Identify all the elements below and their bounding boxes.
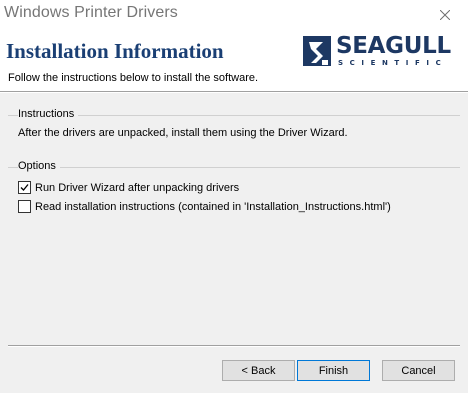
run-wizard-label: Run Driver Wizard after unpacking driver… — [35, 181, 240, 194]
cancel-button[interactable]: Cancel — [382, 360, 455, 381]
logo-subword: SCIENTIFIC — [338, 59, 448, 67]
seagull-scientific-logo: SEAGULL SCIENTIFIC — [303, 33, 461, 71]
title-bar: Windows Printer Drivers — [0, 0, 468, 30]
footer-divider-highlight — [8, 346, 460, 347]
options-group-line — [8, 167, 460, 168]
page-title: Installation Information — [6, 39, 224, 63]
window-title: Windows Printer Drivers — [4, 4, 178, 21]
checkmark-icon — [20, 184, 29, 191]
installer-window: Windows Printer Drivers Installation Inf… — [0, 0, 468, 393]
run-wizard-option[interactable]: Run Driver Wizard after unpacking driver… — [18, 181, 239, 194]
finish-button[interactable]: Finish — [297, 360, 370, 381]
read-instructions-label: Read installation instructions (containe… — [35, 200, 391, 213]
header-divider-highlight — [0, 92, 468, 93]
wizard-header: Installation Information Follow the inst… — [0, 30, 468, 91]
close-icon — [440, 10, 450, 20]
instructions-group-label: Instructions — [18, 108, 79, 120]
page-subtitle: Follow the instructions below to install… — [8, 72, 259, 84]
options-group-label: Options — [18, 160, 60, 172]
seagull-logo-icon — [303, 36, 331, 66]
back-button[interactable]: < Back — [222, 360, 295, 381]
read-instructions-option[interactable]: Read installation instructions (containe… — [18, 200, 391, 213]
instructions-text: After the drivers are unpacked, install … — [18, 127, 348, 139]
logo-word: SEAGULL — [336, 33, 451, 59]
close-button[interactable] — [422, 0, 468, 30]
read-instructions-checkbox[interactable] — [18, 200, 31, 213]
run-wizard-checkbox[interactable] — [18, 181, 31, 194]
